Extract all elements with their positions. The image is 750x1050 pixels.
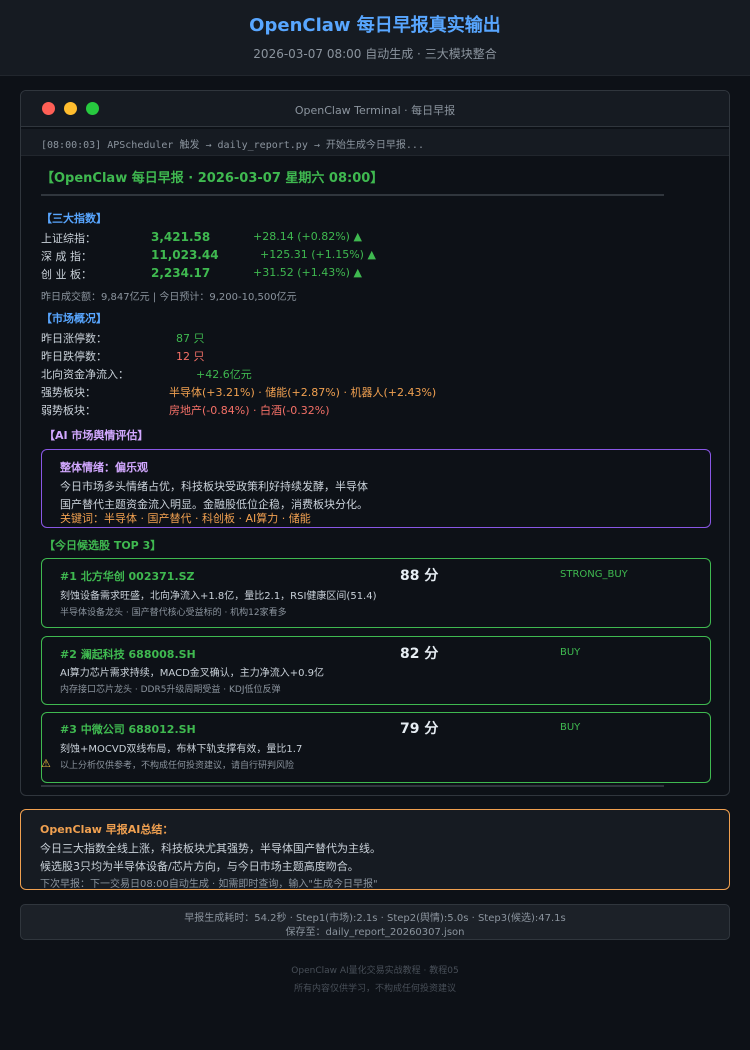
picks-section-title: 【今日候选股 TOP 3】 <box>44 539 162 552</box>
limit-up-label: 昨日涨停数： <box>41 332 107 345</box>
timing-stats: 早报生成耗时：54.2秒 · Step1(市场):2.1s · Step2(舆情… <box>184 913 566 924</box>
stock-pick-tags: 半导体设备龙头 · 国产替代核心受益标的 · 机构12家看多 <box>60 608 287 618</box>
market-row: 昨日跌停数： 12 只 <box>41 348 691 364</box>
divider <box>41 785 664 787</box>
page-title: OpenClaw 每日早报真实输出 <box>249 15 501 36</box>
stock-pick-signal: BUY <box>560 647 581 658</box>
strong-sectors-label: 强势板块： <box>41 386 96 399</box>
command-log-line: [08:00:03] APScheduler 触发 → daily_report… <box>21 129 729 156</box>
market-section-title: 【市场概况】 <box>41 312 107 325</box>
index-label: 上证综指： <box>41 232 96 245</box>
strong-sectors-value: 半导体(+3.21%) · 储能(+2.87%) · 机器人(+2.43%) <box>169 386 437 399</box>
index-value: 11,023.44 <box>151 248 219 262</box>
sentiment-card: 整体情绪：偏乐观 今日市场多头情绪占优，科技板块受政策利好持续发酵，半导体 国产… <box>41 449 711 528</box>
index-value: 3,421.58 <box>151 230 211 244</box>
turnover-text: 昨日成交额：9,847亿元 | 今日预计：9,200-10,500亿元 <box>41 292 297 303</box>
market-row: 北向资金净流入： +42.6亿元 <box>41 366 691 382</box>
northbound-value: +42.6亿元 <box>196 368 252 381</box>
index-label: 创 业 板： <box>41 268 92 281</box>
limit-down-label: 昨日跌停数： <box>41 350 107 363</box>
stock-pick-name: #3 中微公司 688012.SH <box>60 723 196 736</box>
stock-pick-signal: BUY <box>560 722 581 733</box>
indices-section-title: 【三大指数】 <box>41 212 107 225</box>
summary-text: 候选股3只均为半导体设备/芯片方向，与今日市场主题高度吻合。 <box>40 860 359 873</box>
index-row: 深 成 指： 11,023.44 +125.31 (+1.15%) ▲ <box>41 248 691 264</box>
page-subtitle: 2026-03-07 08:00 自动生成 · 三大模块整合 <box>253 47 497 61</box>
warning-icon: ⚠ <box>41 757 51 770</box>
sentiment-text: 今日市场多头情绪占优，科技板块受政策利好持续发酵，半导体 <box>60 480 368 493</box>
terminal-window: OpenClaw Terminal · 每日早报 [08:00:03] APSc… <box>20 90 730 796</box>
footer-disclaimer: 所有内容仅供学习，不构成任何投资建议 <box>293 984 456 994</box>
index-change: +28.14 (+0.82%) ▲ <box>253 230 362 243</box>
index-row: 创 业 板： 2,234.17 +31.52 (+1.43%) ▲ <box>41 266 691 282</box>
stock-pick-score: 82 分 <box>400 646 439 662</box>
stock-pick-name: #1 北方华创 002371.SZ <box>60 570 195 583</box>
index-change: +31.52 (+1.43%) ▲ <box>253 266 362 279</box>
report-title: 【OpenClaw 每日早报 · 2026-03-07 星期六 08:00】 <box>41 171 384 186</box>
sentiment-keywords: 关键词：半导体 · 国产替代 · 科创板 · AI算力 · 储能 <box>60 512 311 525</box>
terminal-titlebar: OpenClaw Terminal · 每日早报 <box>21 91 729 127</box>
northbound-label: 北向资金净流入： <box>41 368 129 381</box>
sentiment-overall: 整体情绪：偏乐观 <box>60 461 148 474</box>
weak-sectors-label: 弱势板块： <box>41 404 96 417</box>
stock-pick-name: #2 澜起科技 688008.SH <box>60 648 196 661</box>
stock-pick-desc: 刻蚀+MOCVD双线布局，布林下轨支撑有效，量比1.7 <box>60 744 303 755</box>
stock-pick-score: 88 分 <box>400 568 439 584</box>
stock-pick-card[interactable]: #2 澜起科技 688008.SH 82 分 BUY AI算力芯片需求持续，MA… <box>41 636 711 705</box>
market-row: 弱势板块： 房地产(-0.84%) · 白酒(-0.32%) <box>41 402 691 418</box>
sentiment-section-title: 【AI 市场舆情评估】 <box>44 429 149 442</box>
limit-up-value: 87 只 <box>176 332 205 345</box>
index-row: 上证综指： 3,421.58 +28.14 (+0.82%) ▲ <box>41 230 691 246</box>
stock-pick-score: 79 分 <box>400 721 439 737</box>
ai-summary-panel: OpenClaw 早报AI总结： 今日三大指数全线上涨，科技板块尤其强势，半导体… <box>20 809 730 890</box>
divider <box>41 194 664 196</box>
stock-pick-tags: 内存接口芯片龙头 · DDR5升级周期受益 · KDJ低位反弹 <box>60 685 281 695</box>
index-label: 深 成 指： <box>41 250 92 263</box>
save-path: 保存至：daily_report_20260307.json <box>285 927 465 938</box>
market-row: 强势板块： 半导体(+3.21%) · 储能(+2.87%) · 机器人(+2.… <box>41 384 691 400</box>
stock-pick-card[interactable]: #3 中微公司 688012.SH 79 分 BUY 刻蚀+MOCVD双线布局，… <box>41 712 711 783</box>
stock-pick-desc: 刻蚀设备需求旺盛，北向净流入+1.8亿，量比2.1，RSI健康区间(51.4) <box>60 591 377 602</box>
summary-title: OpenClaw 早报AI总结： <box>40 823 174 836</box>
terminal-title: OpenClaw Terminal · 每日早报 <box>294 104 456 117</box>
stock-pick-tags: 以上分析仅供参考，不构成任何投资建议，请自行研判风险 <box>60 761 295 771</box>
stock-pick-signal: STRONG_BUY <box>560 569 628 580</box>
stock-pick-card[interactable]: #1 北方华创 002371.SZ 88 分 STRONG_BUY 刻蚀设备需求… <box>41 558 711 628</box>
market-row: 昨日涨停数： 87 只 <box>41 330 691 346</box>
command-log-text: [08:00:03] APScheduler 触发 → daily_report… <box>41 140 424 151</box>
generation-stats: 早报生成耗时：54.2秒 · Step1(市场):2.1s · Step2(舆情… <box>20 904 730 940</box>
stock-pick-desc: AI算力芯片需求持续，MACD金叉确认，主力净流入+0.9亿 <box>60 668 325 679</box>
limit-down-value: 12 只 <box>176 350 205 363</box>
index-change: +125.31 (+1.15%) ▲ <box>260 248 376 261</box>
summary-text: 今日三大指数全线上涨，科技板块尤其强势，半导体国产替代为主线。 <box>40 842 381 855</box>
footer-course: OpenClaw AI量化交易实战教程 · 教程05 <box>291 966 459 976</box>
weak-sectors-value: 房地产(-0.84%) · 白酒(-0.32%) <box>169 404 330 417</box>
index-value: 2,234.17 <box>151 266 211 280</box>
page-header: OpenClaw 每日早报真实输出 2026-03-07 08:00 自动生成 … <box>0 0 750 76</box>
next-report-note: 下次早报：下一交易日08:00自动生成 · 如需即时查询，输入"生成今日早报" <box>40 879 378 890</box>
